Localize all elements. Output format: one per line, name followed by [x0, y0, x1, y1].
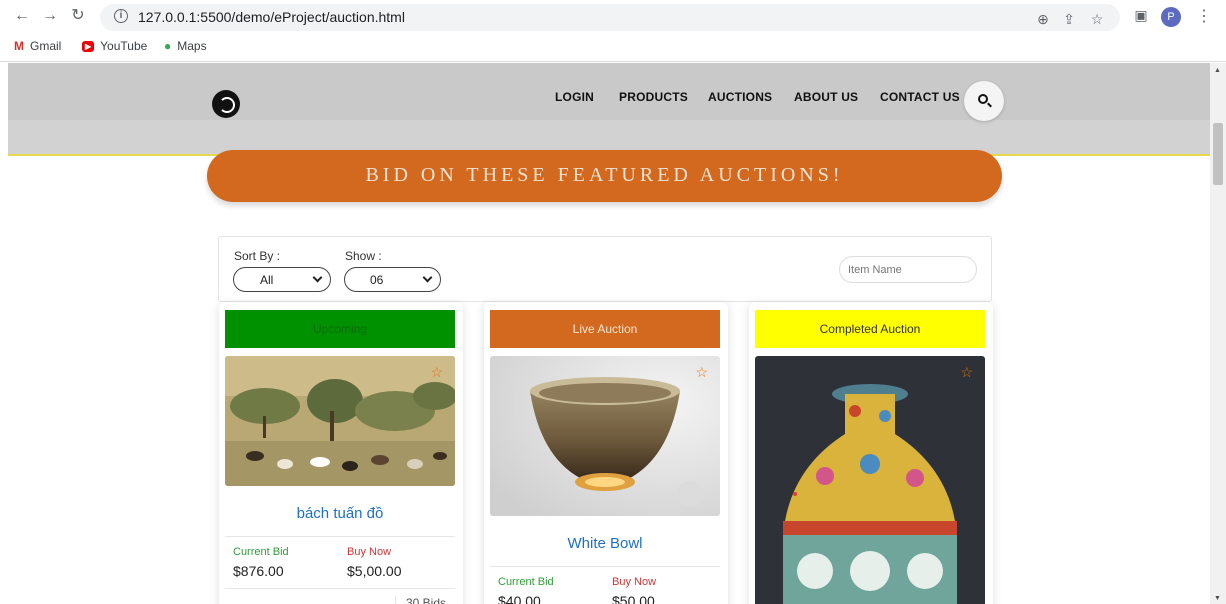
vase-image — [755, 356, 985, 604]
sort-select[interactable]: All — [233, 267, 331, 292]
forward-icon[interactable]: → — [40, 6, 60, 26]
filter-bar: Sort By : All Show : 06 — [218, 236, 992, 302]
side-panel-icon[interactable]: ▣ — [1132, 6, 1150, 24]
nav-auctions[interactable]: AUCTIONS — [708, 90, 772, 104]
back-icon[interactable]: ← — [12, 6, 32, 26]
buy-now-value: $5,00.00 — [347, 563, 402, 579]
site-info-icon[interactable]: i — [114, 9, 128, 23]
bookmarks-bar: M Gmail ▶ YouTube ● Maps — [0, 34, 1226, 62]
status-badge: Live Auction — [490, 310, 720, 348]
featured-banner: BID ON THESE FEATURED AUCTIONS! — [207, 150, 1002, 202]
site-header — [8, 63, 1210, 120]
bookmark-star-icon[interactable]: ☆ — [1088, 10, 1106, 28]
youtube-icon: ▶ — [82, 40, 95, 52]
address-url: 127.0.0.1:5500/demo/eProject/auction.htm… — [138, 9, 405, 25]
status-badge: Upcoming — [225, 310, 455, 348]
scroll-thumb[interactable] — [1213, 123, 1223, 185]
item-title[interactable]: White Bowl — [490, 535, 720, 552]
bookmark-youtube[interactable]: ▶ YouTube — [82, 39, 147, 53]
buy-now-value: $50.00 — [612, 593, 655, 604]
search-button[interactable] — [964, 81, 1004, 121]
gmail-icon: M — [14, 39, 24, 53]
nav-contact-us[interactable]: CONTACT US — [880, 90, 960, 104]
zoom-icon[interactable]: ⊕ — [1034, 10, 1052, 28]
chevron-down-icon — [312, 272, 323, 283]
profile-avatar[interactable]: P — [1161, 7, 1181, 27]
current-bid-value: $876.00 — [233, 563, 284, 579]
item-name-input[interactable] — [839, 256, 977, 283]
auction-card[interactable]: Completed Auction ☆ — [749, 302, 993, 604]
painting-image — [225, 356, 455, 486]
status-badge: Completed Auction — [755, 310, 985, 348]
favorite-star-icon[interactable]: ☆ — [695, 364, 708, 381]
site-logo[interactable] — [212, 90, 240, 118]
reload-icon[interactable]: ↻ — [68, 6, 88, 26]
show-select[interactable]: 06 — [344, 267, 441, 292]
auction-card[interactable]: Live Auction ☆ White Bowl Current Bid $4… — [484, 302, 728, 604]
item-image[interactable]: ☆ — [755, 356, 985, 604]
scroll-up-icon[interactable]: ▲ — [1214, 67, 1221, 74]
menu-kebab-icon[interactable]: ⋮ — [1196, 6, 1212, 26]
banner-title: BID ON THESE FEATURED AUCTIONS! — [365, 164, 844, 186]
address-bar[interactable]: i 127.0.0.1:5500/demo/eProject/auction.h… — [100, 4, 1120, 31]
sort-label: Sort By : — [234, 249, 281, 263]
maps-icon: ● — [164, 39, 172, 53]
share-icon[interactable]: ⇪ — [1060, 10, 1078, 28]
nav-login[interactable]: LOGIN — [555, 90, 594, 104]
bids-count: 30 Bids — [395, 596, 446, 604]
item-image[interactable]: ☆ — [225, 356, 455, 486]
buy-now-label: Buy Now — [612, 576, 657, 588]
bookmark-gmail[interactable]: M Gmail — [14, 39, 61, 53]
nav-about-us[interactable]: ABOUT US — [794, 90, 858, 104]
auction-card[interactable]: Upcoming ☆ bách tuấn đồ Current Bid $876… — [219, 302, 463, 604]
current-bid-label: Current Bid — [233, 546, 289, 558]
current-bid-value: $40.00 — [498, 593, 541, 604]
favorite-star-icon[interactable]: ☆ — [430, 364, 443, 381]
current-bid-label: Current Bid — [498, 576, 554, 588]
buy-now-label: Buy Now — [347, 546, 392, 558]
favorite-star-icon[interactable]: ☆ — [960, 364, 973, 381]
scroll-down-icon[interactable]: ▼ — [1214, 595, 1221, 602]
page-scrollbar[interactable]: ▲ ▼ — [1210, 63, 1226, 604]
bookmark-maps[interactable]: ● Maps — [164, 39, 207, 53]
show-label: Show : — [345, 249, 382, 263]
item-title[interactable]: bách tuấn đồ — [225, 505, 455, 522]
nav-products[interactable]: PRODUCTS — [619, 90, 688, 104]
chevron-down-icon — [422, 272, 433, 283]
bowl-image — [490, 356, 720, 516]
page-viewport: LOGIN PRODUCTS AUCTIONS ABOUT US CONTACT… — [0, 63, 1210, 604]
browser-toolbar: ← → ↻ i 127.0.0.1:5500/demo/eProject/auc… — [0, 0, 1226, 34]
item-image[interactable]: ☆ — [490, 356, 720, 516]
